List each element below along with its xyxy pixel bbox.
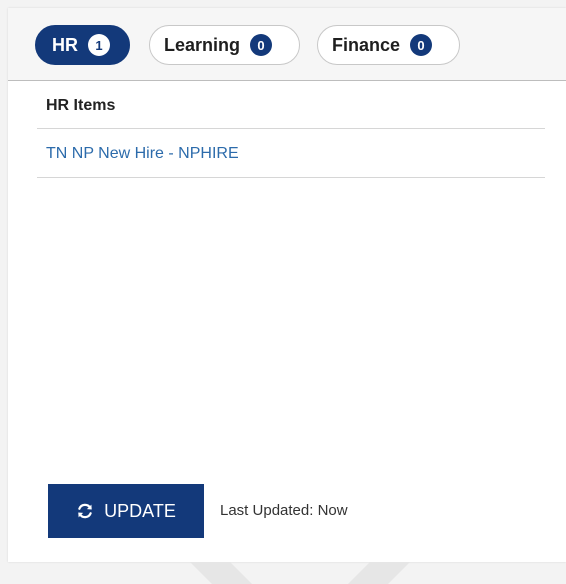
section-title: HR Items xyxy=(46,97,116,114)
last-updated-status: Last Updated: Now xyxy=(220,502,348,519)
tab-bar: HR 1 Learning 0 Finance 0 xyxy=(8,8,566,81)
tab-finance[interactable]: Finance 0 xyxy=(317,25,460,65)
tab-finance-label: Finance xyxy=(332,34,401,55)
decorative-watermark xyxy=(190,562,410,584)
header-divider xyxy=(37,128,545,129)
tab-hr[interactable]: HR 1 xyxy=(35,25,130,65)
list-item-link[interactable]: TN NP New Hire - NPHIRE xyxy=(46,145,239,163)
hr-items-panel: HR 1 Learning 0 Finance 0 HR Items TN NP… xyxy=(8,8,566,562)
tab-hr-count-badge: 1 xyxy=(88,34,110,56)
tab-learning-count-badge: 0 xyxy=(250,34,273,56)
tab-learning[interactable]: Learning 0 xyxy=(149,25,300,65)
update-button-label: UPDATE xyxy=(104,500,176,521)
refresh-icon xyxy=(78,503,92,519)
update-button[interactable]: UPDATE xyxy=(48,484,204,538)
tab-hr-label: HR xyxy=(52,34,78,55)
tab-finance-count-badge: 0 xyxy=(410,34,433,56)
tab-learning-label: Learning xyxy=(164,34,241,55)
item-divider xyxy=(37,177,545,178)
